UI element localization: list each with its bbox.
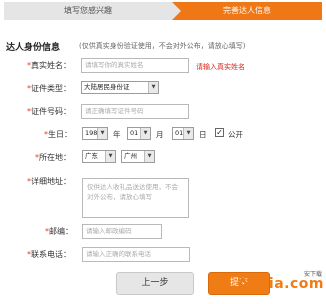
id-type-select[interactable]: 大陆居民身份证 ▼ <box>81 81 159 94</box>
postcode-label: *邮编： <box>45 227 73 236</box>
section-note: (仅供真实身份验证使用，不会对外公布，请放心填写) <box>79 42 246 50</box>
province-select[interactable]: 广东 ▼ <box>82 150 116 163</box>
real-name-label: *真实姓名： <box>27 61 71 70</box>
day-unit: 日 <box>199 130 207 139</box>
location-label: *所在地： <box>35 153 71 162</box>
postcode-input[interactable]: 请输入邮政编码 <box>82 224 162 239</box>
birth-month-select[interactable]: 01 ▼ <box>127 127 151 140</box>
watermark-logo: Anxia.com <box>237 276 324 292</box>
chevron-down-icon: ▼ <box>183 128 193 139</box>
birth-year-select[interactable]: 1980 ▼ <box>82 127 108 140</box>
chevron-down-icon: ▼ <box>148 82 158 93</box>
public-checkbox[interactable]: ✓ <box>215 128 224 137</box>
year-unit: 年 <box>113 130 121 139</box>
section-title: 达人身份信息 <box>6 43 61 53</box>
birth-day-select[interactable]: 01 ▼ <box>172 127 194 140</box>
birthday-label: *生日： <box>44 130 72 139</box>
phone-input[interactable]: 请输入正确的联系电话 <box>82 247 190 262</box>
steps-bar: 填写您感兴趣 完善达人信息 <box>4 2 322 20</box>
address-label: *详细地址： <box>27 177 71 186</box>
id-number-input[interactable]: 请正确填写证件号码 <box>81 104 189 119</box>
public-label: 公开 <box>228 130 243 139</box>
chevron-down-icon: ▼ <box>140 128 150 139</box>
address-textarea[interactable]: 仅供达人收礼品送达使用，不会对外公布，请放心填写 <box>82 178 189 218</box>
chevron-down-icon: ▼ <box>105 151 115 162</box>
step-1: 填写您感兴趣 <box>4 2 172 20</box>
id-number-label: *证件号码： <box>27 107 71 116</box>
step-2-active: 完善达人信息 <box>172 2 322 20</box>
prev-step-button[interactable]: 上一步 <box>116 272 194 295</box>
chevron-down-icon: ▼ <box>144 151 154 162</box>
real-name-input[interactable]: 请填写你的真实姓名 <box>81 58 189 73</box>
month-unit: 月 <box>156 130 164 139</box>
id-type-label: *证件类型： <box>27 84 71 93</box>
city-select[interactable]: 广州 ▼ <box>121 150 155 163</box>
real-name-error: 请输入真实姓名 <box>196 63 245 71</box>
chevron-down-icon: ▼ <box>97 128 107 139</box>
phone-label: *联系电话： <box>27 250 71 259</box>
